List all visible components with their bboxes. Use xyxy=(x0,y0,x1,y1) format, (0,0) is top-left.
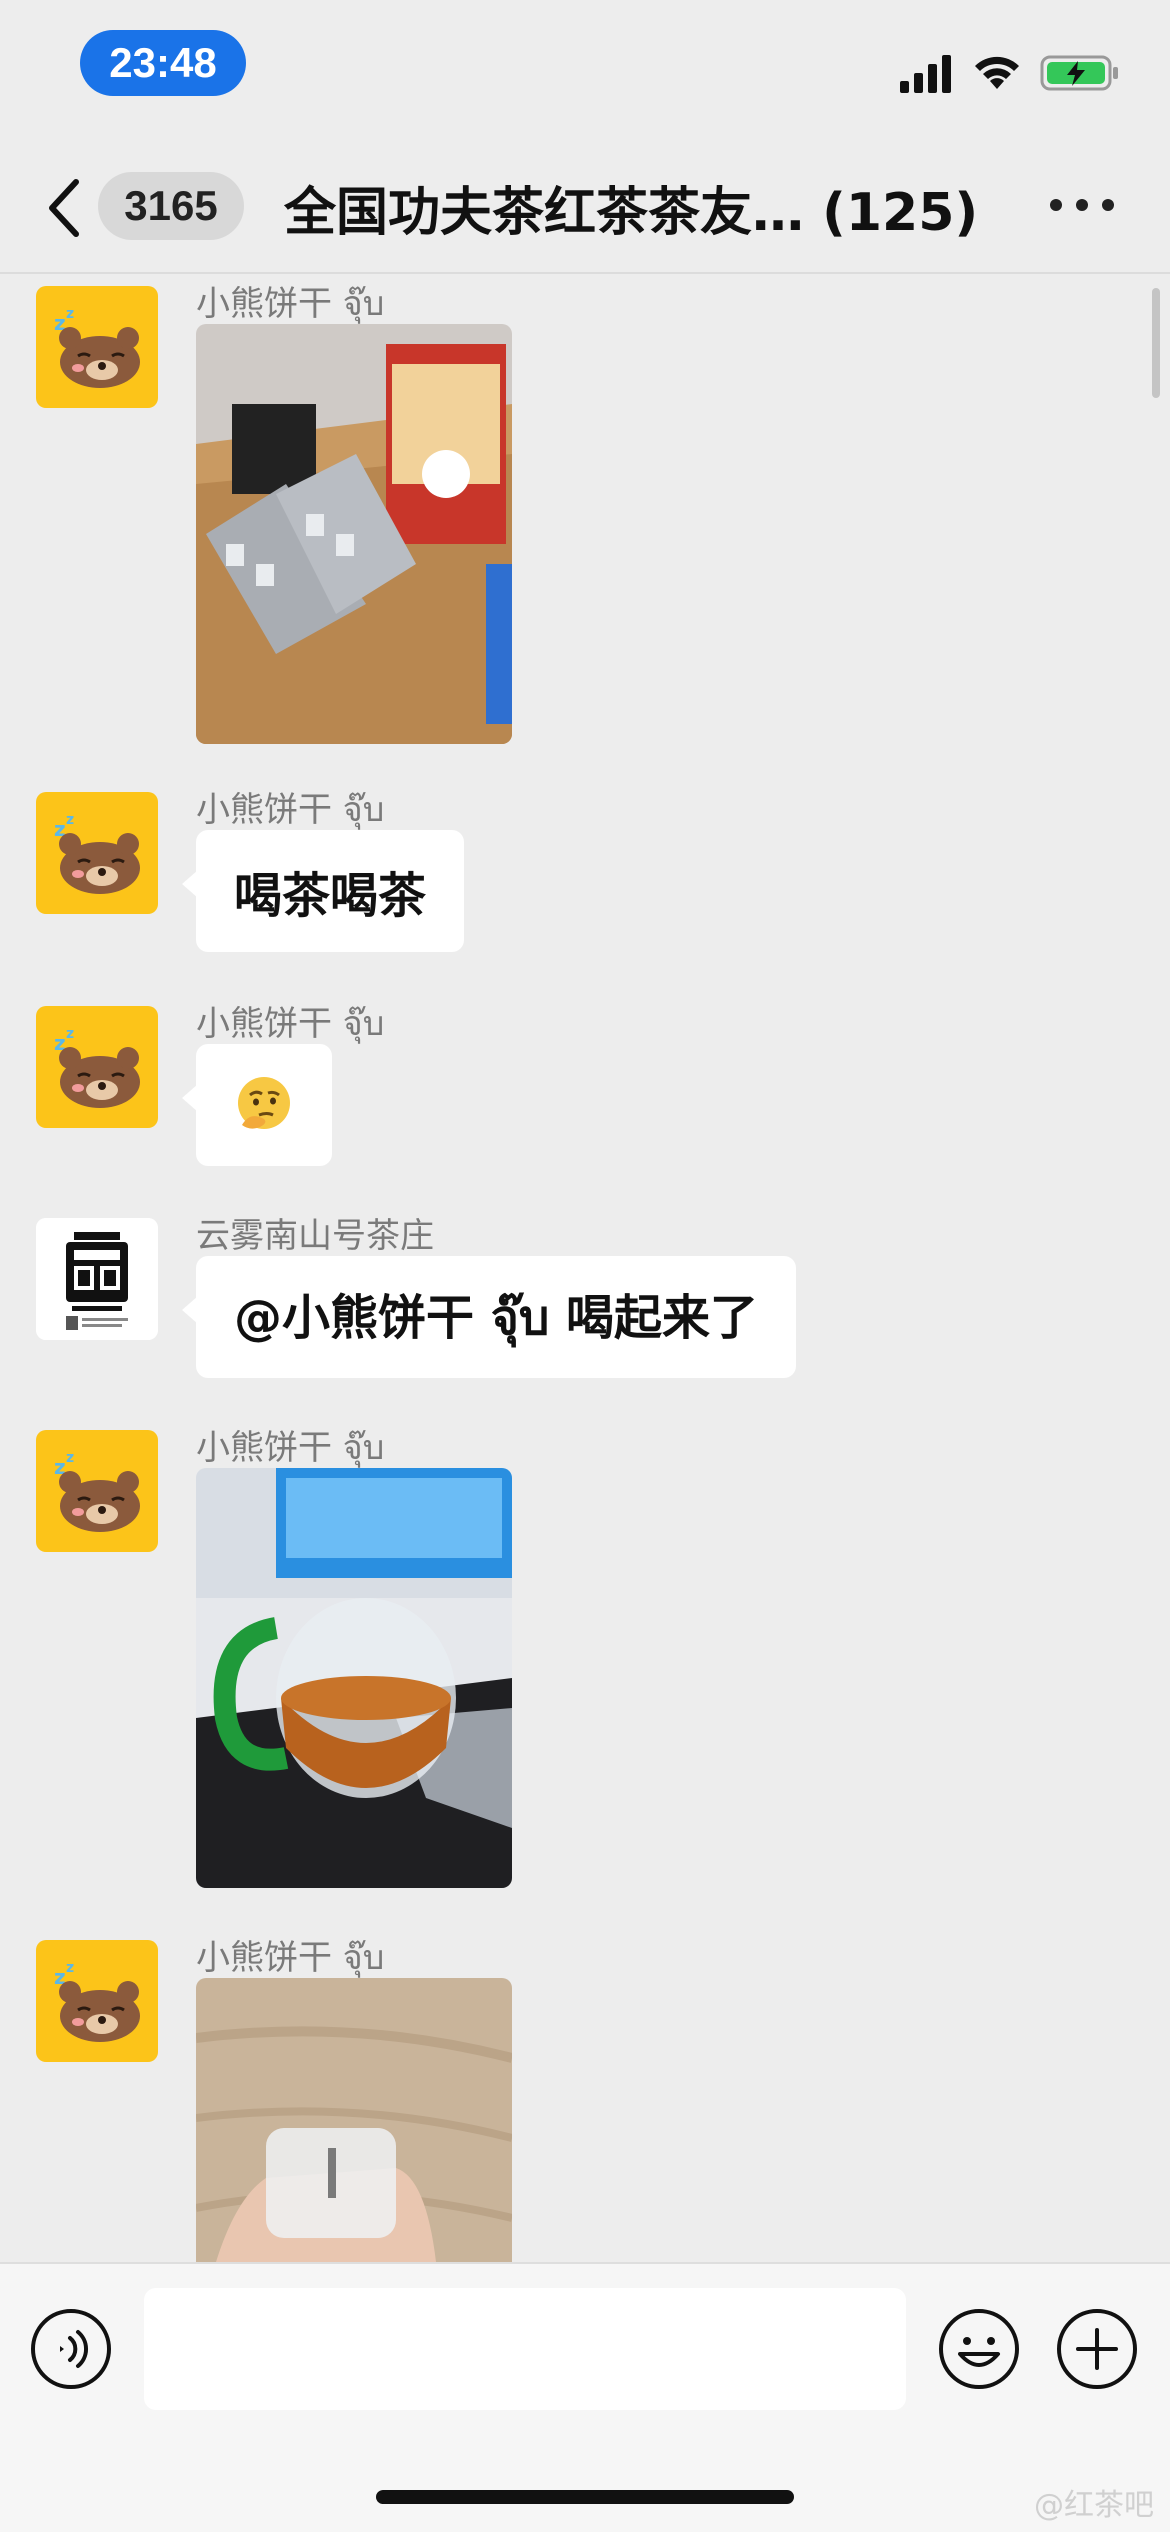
bear-avatar[interactable]: z z xyxy=(36,1006,158,1128)
battery-charging-icon xyxy=(1040,55,1118,91)
sender-name: 小熊饼干 จุ๊บ xyxy=(196,284,385,324)
svg-text:z: z xyxy=(66,1450,74,1466)
thinking-face-icon xyxy=(238,1077,290,1129)
text-bubble[interactable]: 喝茶喝茶 xyxy=(181,830,465,952)
bear-icon: z z xyxy=(54,1026,140,1108)
bear-icon: z z xyxy=(54,1450,140,1532)
bear-icon: z z xyxy=(54,1960,140,2042)
unread-count-badge[interactable]: 3165 xyxy=(98,172,244,240)
back-chevron-icon[interactable] xyxy=(40,178,90,238)
emoji-icon[interactable] xyxy=(938,2308,1020,2390)
chat-title[interactable]: 全国功夫茶红茶茶友… (125) xyxy=(284,174,984,241)
sender-name: 小熊饼干 จุ๊บ xyxy=(196,1428,385,1468)
svg-text:z: z xyxy=(66,1960,74,1976)
status-bar: 23:48 xyxy=(0,0,1170,130)
bear-avatar[interactable]: z z xyxy=(36,1940,158,2062)
svg-text:z: z xyxy=(66,306,74,322)
status-icons xyxy=(898,48,1120,98)
bear-icon: z z xyxy=(54,306,140,388)
wifi-icon xyxy=(975,56,1019,89)
image-message-tea-cup[interactable] xyxy=(196,1978,512,2262)
watermark-text: @红茶吧 xyxy=(1034,2488,1154,2523)
home-indicator[interactable] xyxy=(376,2490,794,2504)
emoji-bubble[interactable] xyxy=(182,1044,332,1166)
bear-avatar[interactable]: z z xyxy=(36,792,158,914)
tea-house-logo-icon xyxy=(36,1218,158,1340)
tea-house-logo[interactable] xyxy=(36,1218,158,1340)
image-message-tea-packages[interactable] xyxy=(196,324,512,744)
message-input[interactable] xyxy=(144,2288,906,2410)
svg-text:z: z xyxy=(66,1026,74,1042)
svg-text:z: z xyxy=(66,812,74,828)
chat-header: 3165 全国功夫茶红茶茶友… (125) xyxy=(0,140,1170,274)
sender-name: 小熊饼干 จุ๊บ xyxy=(196,790,385,830)
status-time[interactable]: 23:48 xyxy=(80,30,246,96)
voice-icon[interactable] xyxy=(30,2308,112,2390)
scrollbar-thumb[interactable] xyxy=(1152,288,1160,398)
sender-name: 小熊饼干 จุ๊บ xyxy=(196,1938,385,1978)
bear-avatar[interactable]: z z xyxy=(36,1430,158,1552)
text-bubble[interactable]: @小熊饼干 จุ๊บ 喝起来了 xyxy=(181,1256,797,1378)
add-icon[interactable] xyxy=(1056,2308,1138,2390)
bear-icon: z z xyxy=(54,812,140,894)
sender-name: 云雾南山号茶庄 xyxy=(196,1216,434,1256)
sender-name: 小熊饼干 จุ๊บ xyxy=(196,1004,385,1044)
image-message-tea-glass[interactable] xyxy=(196,1468,512,1888)
bear-avatar[interactable]: z z xyxy=(36,286,158,408)
signal-icon xyxy=(900,55,951,93)
more-dots-icon[interactable] xyxy=(1050,190,1114,220)
